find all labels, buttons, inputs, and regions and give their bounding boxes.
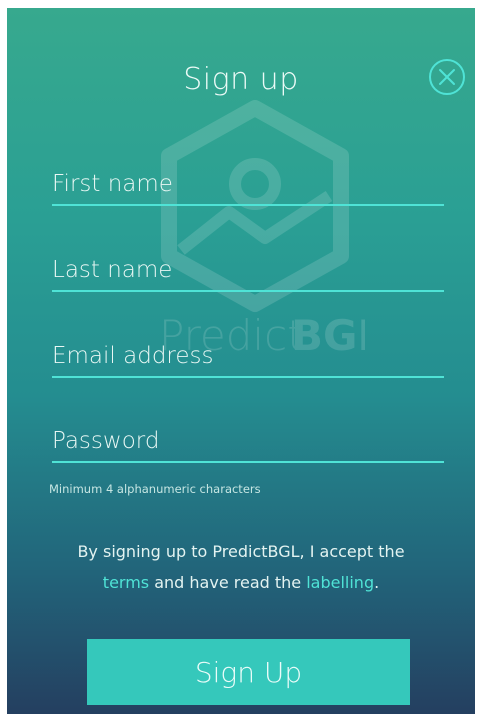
terms-notice: By signing up to PredictBGL, I accept th… (7, 536, 475, 598)
page-title: Sign up (183, 62, 299, 97)
terms-middle-text: and have read the (149, 573, 307, 592)
sign-up-button[interactable]: Sign Up (87, 639, 410, 705)
terms-link[interactable]: terms (103, 573, 149, 592)
email-input[interactable] (52, 338, 444, 374)
close-button[interactable] (428, 58, 466, 96)
password-hint: Minimum 4 alphanumeric characters (49, 482, 261, 496)
last-name-field (52, 246, 444, 292)
terms-line-1: By signing up to PredictBGL, I accept th… (77, 542, 405, 561)
last-name-input[interactable] (52, 252, 444, 288)
email-field (52, 332, 444, 378)
labelling-link[interactable]: labelling (306, 573, 374, 592)
close-circle-icon (429, 59, 465, 95)
first-name-input[interactable] (52, 166, 444, 202)
first-name-field (52, 160, 444, 206)
password-input[interactable] (52, 423, 444, 459)
predictbgl-logo-watermark: Predict BGL (159, 100, 365, 360)
terms-end-text: . (374, 573, 380, 592)
signup-screen: Predict BGL Sign up Minimum 4 alphanumer… (7, 8, 475, 714)
password-field (52, 417, 444, 463)
